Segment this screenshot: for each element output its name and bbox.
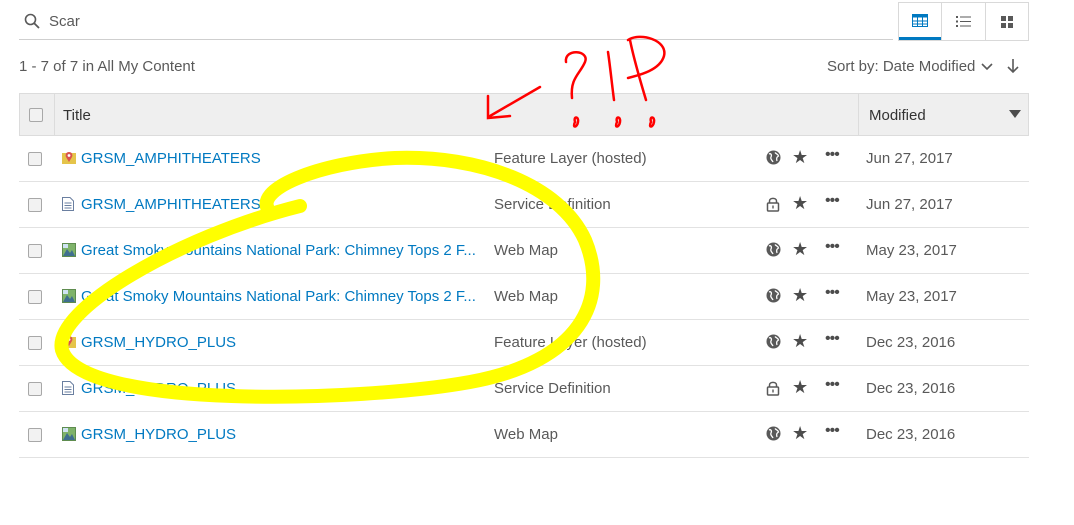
content-table: Title Modified GRSM_AMPHITHEATERS Feature…	[19, 93, 1029, 458]
favorite-star-icon[interactable]: ★	[792, 286, 808, 304]
lock-icon	[766, 196, 780, 212]
modified-date: May 23, 2017	[866, 288, 957, 305]
table-row[interactable]: GRSM_AMPHITHEATERS Feature Layer (hosted)…	[19, 136, 1029, 182]
modified-date: Jun 27, 2017	[866, 150, 953, 167]
globe-icon	[766, 288, 781, 304]
globe-icon	[766, 426, 781, 442]
modified-date: Dec 23, 2016	[866, 426, 956, 443]
service-definition-icon	[62, 197, 76, 211]
item-type: Web Map	[494, 426, 558, 443]
feature-layer-icon	[62, 335, 76, 349]
select-all-cell	[20, 94, 55, 135]
row-checkbox[interactable]	[28, 244, 42, 258]
row-checkbox[interactable]	[28, 198, 42, 212]
grid-view-icon	[1000, 15, 1013, 28]
item-title-link[interactable]: Great Smoky Mountains National Park: Chi…	[81, 288, 476, 305]
row-checkbox[interactable]	[28, 382, 42, 396]
modified-date: May 23, 2017	[866, 242, 957, 259]
web-map-icon	[62, 243, 76, 257]
search-icon	[24, 13, 40, 29]
modified-header-label: Modified	[869, 107, 926, 124]
more-actions-icon[interactable]: •••	[825, 422, 840, 440]
web-map-icon	[62, 427, 76, 441]
globe-icon	[766, 242, 781, 258]
view-toggle	[898, 2, 1029, 41]
search-bar[interactable]	[19, 4, 893, 40]
table-row[interactable]: GRSM_AMPHITHEATERS Service Definition ★ •••…	[19, 182, 1029, 228]
list-view-button[interactable]	[941, 3, 984, 40]
favorite-star-icon[interactable]: ★	[792, 378, 808, 396]
table-row[interactable]: GRSM_HYDRO_PLUS Service Definition ★ ••• Dec…	[19, 366, 1029, 412]
result-count: 1 - 7 of 7 in All My Content	[19, 58, 195, 75]
favorite-star-icon[interactable]: ★	[792, 148, 808, 166]
select-all-checkbox[interactable]	[29, 108, 43, 122]
grid-view-button[interactable]	[984, 3, 1028, 40]
row-checkbox[interactable]	[28, 152, 42, 166]
sort-descending-icon[interactable]	[1009, 110, 1021, 118]
service-definition-icon	[62, 381, 76, 395]
item-type: Web Map	[494, 242, 558, 259]
item-title-link[interactable]: GRSM_AMPHITHEATERS	[81, 150, 261, 167]
row-checkbox[interactable]	[28, 290, 42, 304]
table-view-button[interactable]	[899, 3, 942, 40]
sort-control[interactable]: Sort by: Date Modified	[827, 58, 1019, 75]
item-title-link[interactable]: GRSM_HYDRO_PLUS	[81, 334, 236, 351]
more-actions-icon[interactable]: •••	[825, 238, 840, 256]
modified-column-header[interactable]: Modified	[858, 94, 1029, 135]
row-checkbox[interactable]	[28, 336, 42, 350]
favorite-star-icon[interactable]: ★	[792, 332, 808, 350]
item-title-link[interactable]: GRSM_AMPHITHEATERS	[81, 196, 261, 213]
table-row[interactable]: GRSM_HYDRO_PLUS Feature Layer (hosted) ★ ••…	[19, 320, 1029, 366]
chevron-down-icon[interactable]	[981, 62, 993, 71]
search-input[interactable]	[49, 10, 849, 32]
favorite-star-icon[interactable]: ★	[792, 424, 808, 442]
table-row[interactable]: Great Smoky Mountains National Park: Chi…	[19, 274, 1029, 320]
modified-date: Dec 23, 2016	[866, 380, 956, 397]
table-header: Title Modified	[19, 93, 1029, 136]
table-view-icon	[912, 13, 929, 27]
more-actions-icon[interactable]: •••	[825, 146, 840, 164]
favorite-star-icon[interactable]: ★	[792, 194, 808, 212]
table-row[interactable]: Great Smoky Mountains National Park: Chi…	[19, 228, 1029, 274]
list-view-icon	[955, 16, 971, 27]
item-type: Feature Layer (hosted)	[494, 150, 647, 167]
globe-icon	[766, 334, 781, 350]
modified-date: Jun 27, 2017	[866, 196, 953, 213]
feature-layer-icon	[62, 151, 76, 165]
row-checkbox[interactable]	[28, 428, 42, 442]
web-map-icon	[62, 289, 76, 303]
item-title-link[interactable]: Great Smoky Mountains National Park: Chi…	[81, 242, 476, 259]
globe-icon	[766, 150, 781, 166]
more-actions-icon[interactable]: •••	[825, 284, 840, 302]
title-column-header[interactable]: Title	[63, 107, 91, 124]
sort-label[interactable]: Sort by: Date Modified	[827, 58, 975, 75]
item-type: Service Definition	[494, 380, 611, 397]
modified-date: Dec 23, 2016	[866, 334, 956, 351]
item-title-link[interactable]: GRSM_HYDRO_PLUS	[81, 380, 236, 397]
favorite-star-icon[interactable]: ★	[792, 240, 808, 258]
item-title-link[interactable]: GRSM_HYDRO_PLUS	[81, 426, 236, 443]
item-type: Service Definition	[494, 196, 611, 213]
item-type: Feature Layer (hosted)	[494, 334, 647, 351]
lock-icon	[766, 380, 780, 396]
arrow-down-icon[interactable]	[1007, 59, 1019, 74]
item-type: Web Map	[494, 288, 558, 305]
table-row[interactable]: GRSM_HYDRO_PLUS Web Map ★ ••• Dec 23, 2016	[19, 412, 1029, 458]
more-actions-icon[interactable]: •••	[825, 192, 840, 210]
more-actions-icon[interactable]: •••	[825, 330, 840, 348]
more-actions-icon[interactable]: •••	[825, 376, 840, 394]
table-body: GRSM_AMPHITHEATERS Feature Layer (hosted)…	[19, 136, 1029, 458]
